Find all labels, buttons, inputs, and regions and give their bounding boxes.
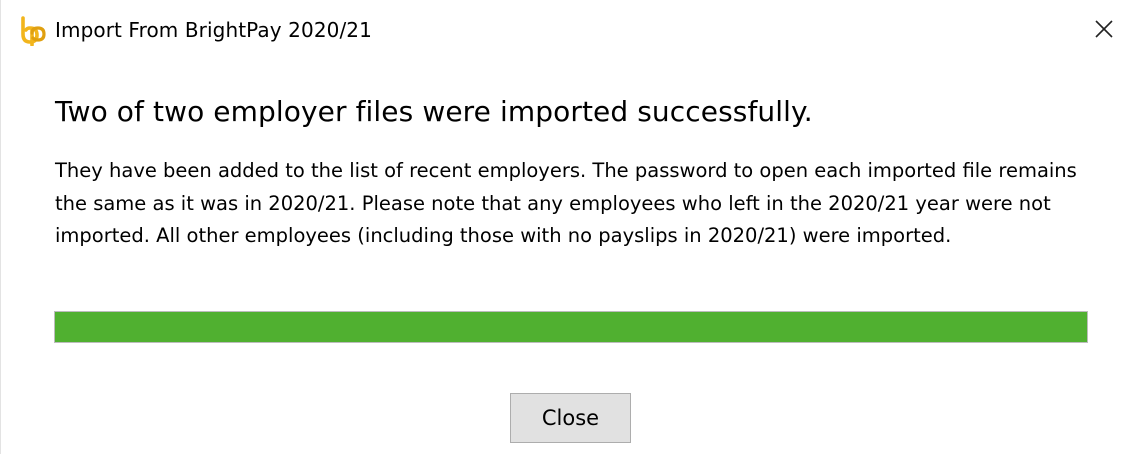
progress-bar-fill [55,312,1087,342]
window-title: Import From BrightPay 2020/21 [55,18,372,42]
result-heading: Two of two employer files were imported … [55,95,813,128]
title-bar: Import From BrightPay 2020/21 [1,0,1128,62]
close-button[interactable]: Close [510,393,631,443]
progress-bar [54,311,1088,343]
brightpay-logo-icon [21,16,46,46]
result-message: They have been added to the list of rece… [55,159,1077,247]
close-icon[interactable] [1093,18,1115,40]
import-dialog: Import From BrightPay 2020/21 Two of two… [0,0,1128,454]
